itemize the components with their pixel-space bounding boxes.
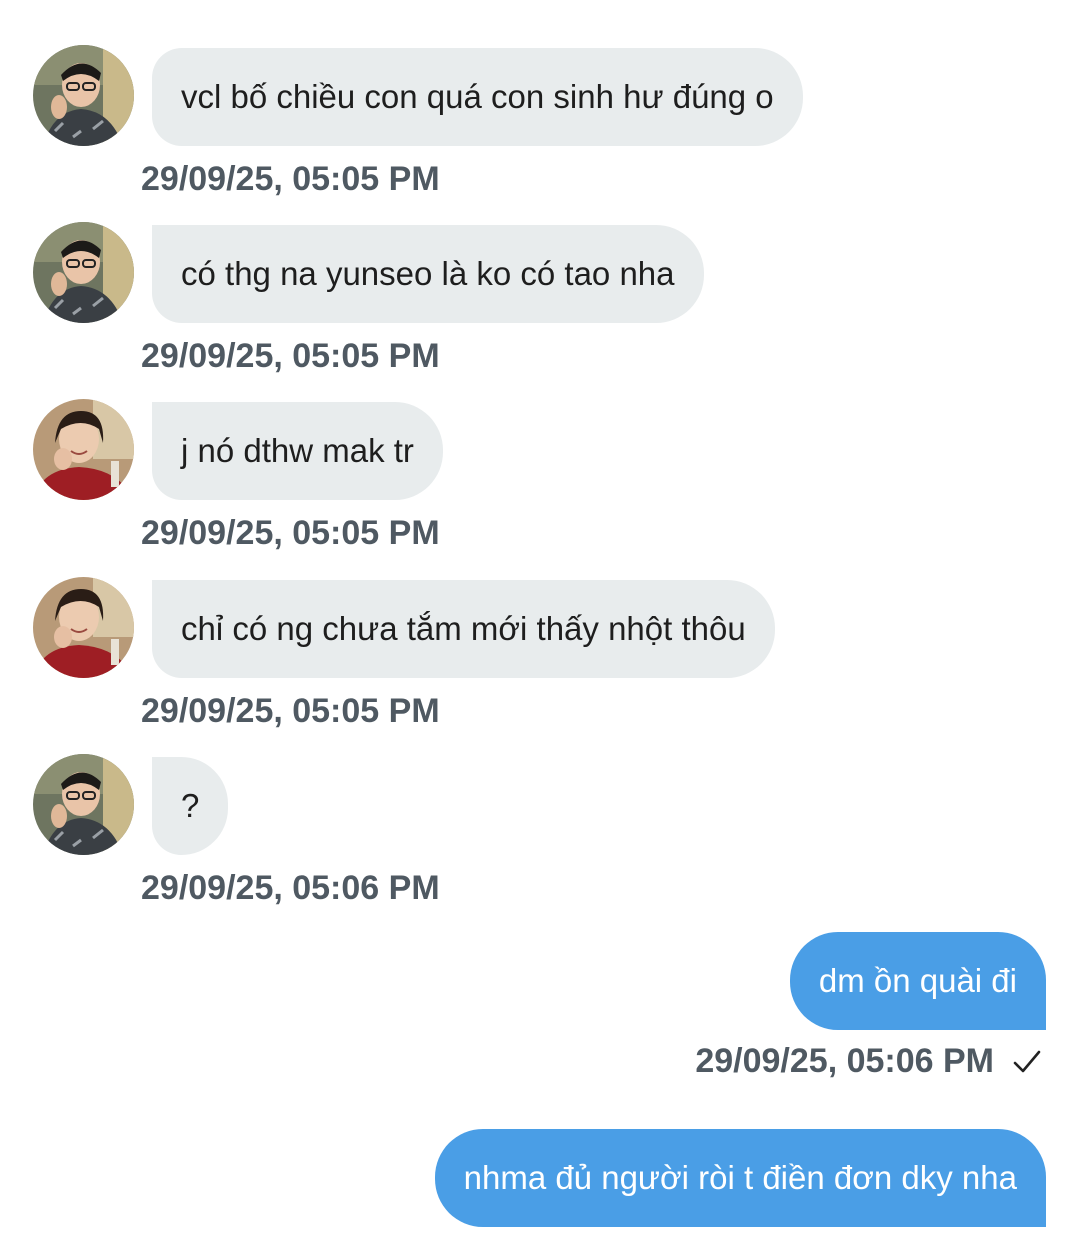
female-user-avatar[interactable] xyxy=(33,577,134,678)
message-bubble[interactable]: ? xyxy=(152,757,229,855)
avatar-photo xyxy=(33,577,134,678)
male-user-avatar[interactable] xyxy=(33,222,134,323)
message-bubble[interactable]: j nó dthw mak tr xyxy=(152,402,443,500)
male-user-avatar[interactable] xyxy=(33,754,134,855)
message-timestamp: 29/09/25, 05:05 PM xyxy=(141,160,440,198)
message-text: có thg na yunseo là ko có tao nha xyxy=(181,255,675,292)
message-timestamp: 29/09/25, 05:05 PM xyxy=(141,514,440,552)
message-bubble[interactable]: chỉ có ng chưa tắm mới thấy nhột thôu xyxy=(152,580,775,678)
message-bubble[interactable]: nhma đủ người ròi t điền đơn dky nha xyxy=(434,1129,1046,1227)
message-timestamp: 29/09/25, 05:06 PM xyxy=(695,1042,994,1080)
message-bubble[interactable]: vcl bố chiều con quá con sinh hư đúng o xyxy=(152,48,803,146)
avatar-photo xyxy=(33,754,134,855)
message-text: ? xyxy=(181,787,200,824)
avatar-photo xyxy=(33,222,134,323)
message-text: j nó dthw mak tr xyxy=(181,432,414,469)
message-text: nhma đủ người ròi t điền đơn dky nha xyxy=(463,1159,1017,1196)
message-text: vcl bố chiều con quá con sinh hư đúng o xyxy=(181,78,774,115)
message-text: chỉ có ng chưa tắm mới thấy nhột thôu xyxy=(181,610,746,647)
male-user-avatar[interactable] xyxy=(33,45,134,146)
message-timestamp: 29/09/25, 05:05 PM xyxy=(141,692,440,730)
female-user-avatar[interactable] xyxy=(33,399,134,500)
message-text: dm ồn quài đi xyxy=(818,962,1017,999)
avatar-photo xyxy=(33,45,134,146)
message-bubble[interactable]: dm ồn quài đi xyxy=(789,932,1046,1030)
message-timestamp: 29/09/25, 05:06 PM xyxy=(141,869,440,907)
message-timestamp: 29/09/25, 05:05 PM xyxy=(141,337,440,375)
avatar-photo xyxy=(33,399,134,500)
check-icon xyxy=(1013,1050,1041,1073)
message-bubble[interactable]: có thg na yunseo là ko có tao nha xyxy=(152,225,704,323)
